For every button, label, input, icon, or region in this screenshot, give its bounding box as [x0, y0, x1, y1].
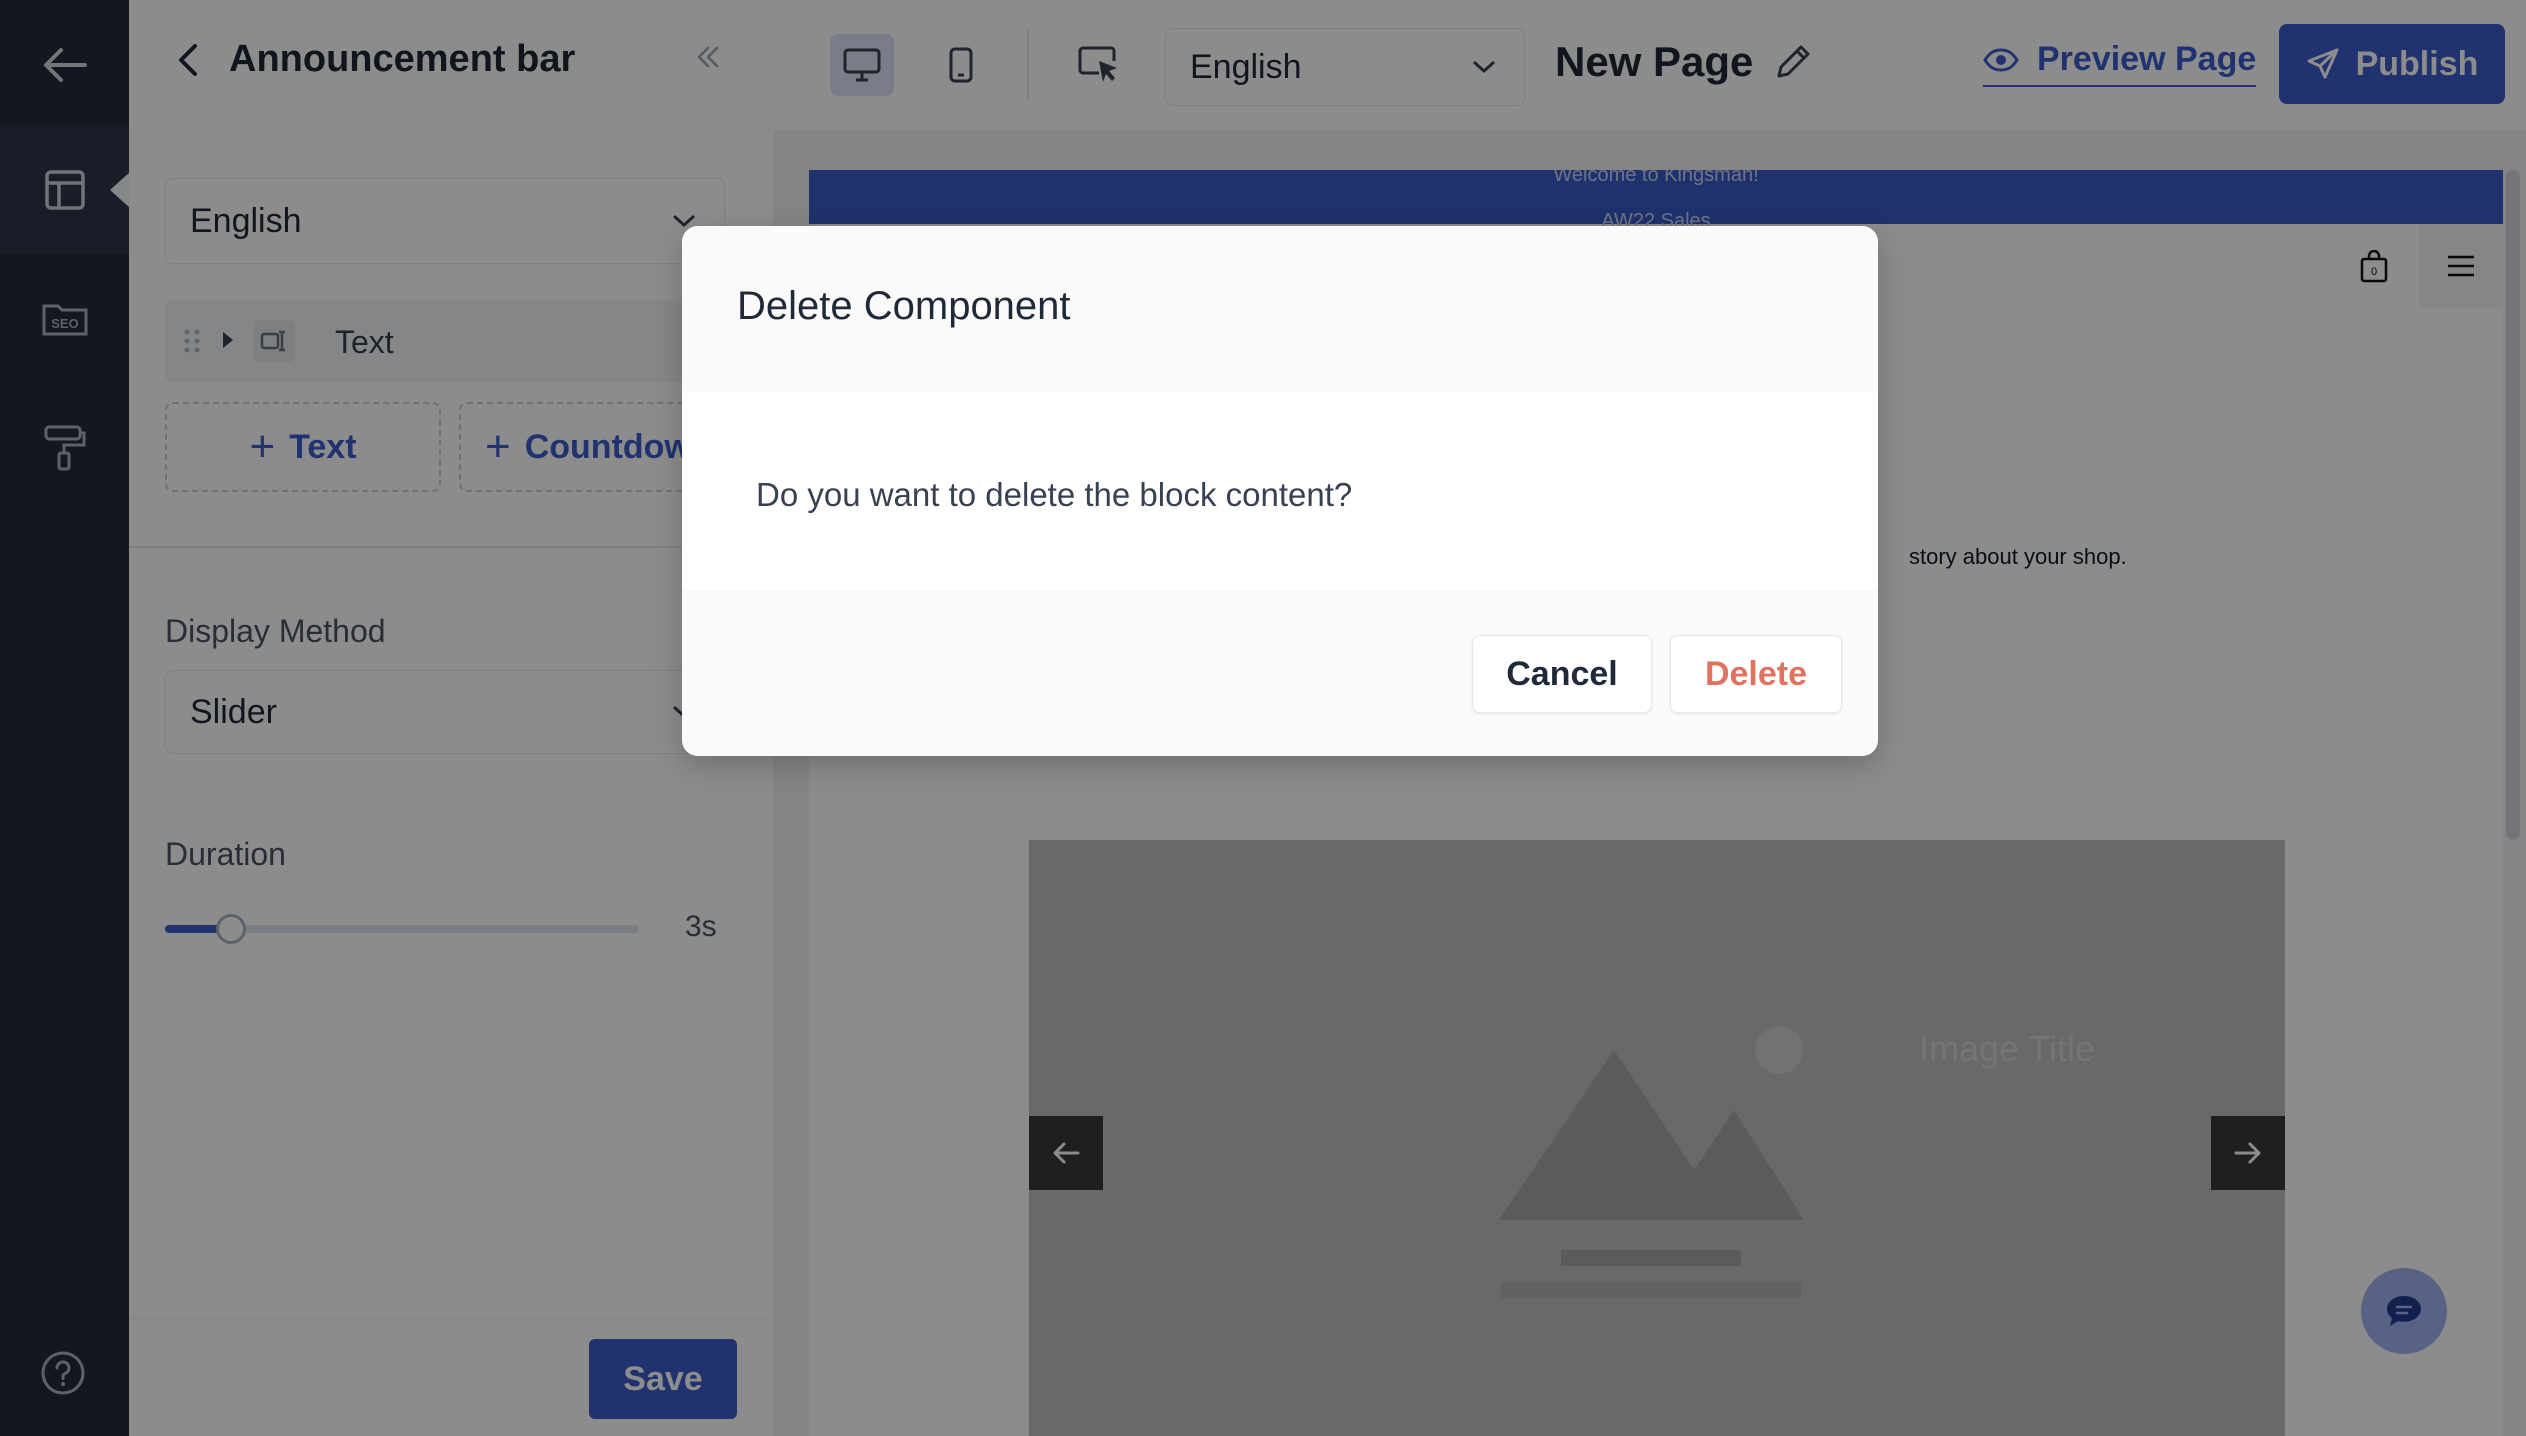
dialog-header: Delete Component	[682, 226, 1878, 392]
delete-component-dialog: Delete Component Do you want to delete t…	[682, 226, 1878, 756]
delete-button[interactable]: Delete	[1670, 635, 1842, 713]
cancel-button[interactable]: Cancel	[1472, 635, 1652, 713]
dialog-title: Delete Component	[737, 284, 1071, 328]
dialog-message: Do you want to delete the block content?	[756, 476, 1353, 513]
